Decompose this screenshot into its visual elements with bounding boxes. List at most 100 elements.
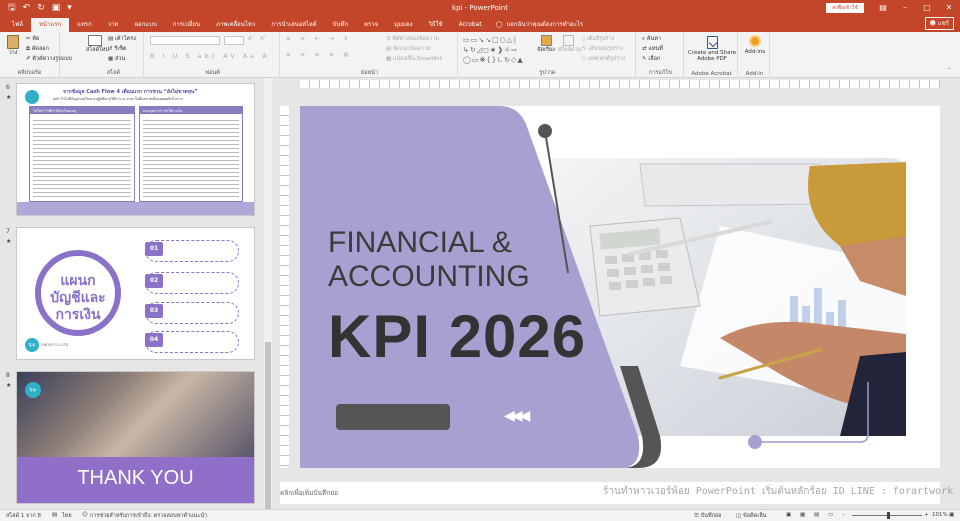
effects-icon: ◇ xyxy=(582,56,587,62)
font-format-icons[interactable]: B I U S abc AV Aa A xyxy=(150,52,270,60)
layout-icon: ▤ xyxy=(108,36,114,42)
minimize-icon[interactable]: – xyxy=(894,0,916,16)
tab-draw[interactable]: วาด xyxy=(100,18,127,32)
tab-transitions[interactable]: การเปลี่ยน xyxy=(165,18,208,32)
watermark-text: ร้านทำพาวเวอร์พ้อย PowerPoint เริ่มต้นหล… xyxy=(603,486,954,497)
tab-help[interactable]: วิธีใช้ xyxy=(421,18,451,32)
drawing-group-label: รูปวาด xyxy=(539,70,556,76)
accessibility-status[interactable]: การช่วยสำหรับการเข้าถึง: ตรวจสอบหาคำแนะน… xyxy=(90,512,207,520)
sign-in-button[interactable]: ลงชื่อเข้าใช้ xyxy=(826,3,864,13)
maximize-icon[interactable]: □ xyxy=(916,0,938,16)
normal-view-icon[interactable]: ▣ xyxy=(786,512,791,518)
create-share-pdf-button[interactable]: Create and Share Adobe PDF xyxy=(686,34,738,62)
pdf-icon xyxy=(706,36,718,49)
close-icon[interactable]: ✕ xyxy=(938,0,960,16)
shapes-gallery[interactable]: ▭▭↘↘□○△∣ ↳↻◿◻★❱☼⇨ ◯▭❋{}∟↻◇▲ xyxy=(463,35,535,65)
slide-thumbnail-pane[interactable]: 6 ★ จากข้อมูล Cash Flow 4 เดือนแรก การชว… xyxy=(0,78,262,509)
tab-record[interactable]: บันทึก xyxy=(325,18,357,32)
text-direction-icon: ⇅ xyxy=(386,36,391,42)
replace-button[interactable]: ⇄ แทนที่ xyxy=(642,45,663,53)
ribbon-display-icon[interactable]: ▤ xyxy=(872,0,894,16)
text-direction-button[interactable]: ⇅ ทิศทางของข้อความ xyxy=(386,35,439,43)
new-slide-icon xyxy=(88,35,102,46)
accessibility-icon[interactable]: ☺ xyxy=(82,512,88,518)
tab-design[interactable]: ออกแบบ xyxy=(126,18,164,32)
transition-star-icon: ★ xyxy=(6,382,12,389)
customize-icon[interactable]: ▾ xyxy=(67,0,72,16)
zoom-in-icon[interactable]: + xyxy=(924,512,929,518)
smartart-button[interactable]: ▩ แปลงเป็น SmartArt xyxy=(386,55,442,63)
thumbnail-scrollbar-thumb[interactable] xyxy=(265,342,271,512)
shape-effects-button[interactable]: ◇ เอฟเฟกต์รูปร่าง xyxy=(582,55,625,63)
tab-insert[interactable]: แทรก xyxy=(69,18,100,32)
shape-outline-button[interactable]: ✎ เส้นขอบรูปร่าง xyxy=(582,45,623,53)
fit-slide-icon[interactable]: ▣ xyxy=(949,512,954,518)
new-slide-button[interactable]: สไลด์ใหม่ xyxy=(86,35,109,54)
thumb8-banner-text: THANK YOU xyxy=(77,467,194,489)
language-indicator[interactable]: ไทย xyxy=(62,512,72,520)
redo-icon[interactable]: ↻ xyxy=(37,0,45,16)
reset-button[interactable]: ↺ รีเซ็ต xyxy=(108,45,127,53)
font-shrink-icon[interactable]: A˅ xyxy=(260,36,267,42)
tab-view[interactable]: มุมมอง xyxy=(386,18,420,32)
addins-group-label: Add-in xyxy=(745,71,764,77)
tab-animations[interactable]: ภาพเคลื่อนไหว xyxy=(208,18,263,32)
comments-button[interactable]: ◫ ข้อคิดเห็น xyxy=(736,512,767,520)
slideshow-view-icon[interactable]: ▭ xyxy=(828,512,833,518)
add-ins-button[interactable]: Add-ins xyxy=(740,34,770,55)
add-ins-label: Add-ins xyxy=(744,49,766,55)
tab-home[interactable]: หน้าแรก xyxy=(30,18,70,32)
slide-title-line2[interactable]: ACCOUNTING xyxy=(328,260,530,294)
font-grow-icon[interactable]: A˄ xyxy=(248,36,255,42)
format-painter-button[interactable]: ✐ ตัวคัดวางรูปแบบ xyxy=(26,55,72,63)
notes-button[interactable]: ☰ บันทึกย่อ xyxy=(694,512,721,520)
reset-label: รีเซ็ต xyxy=(114,46,127,52)
layout-button[interactable]: ▤ เค้าโครง xyxy=(108,35,136,43)
save-icon[interactable]: 🖫 xyxy=(8,0,16,16)
present-icon[interactable]: ▣ xyxy=(52,0,61,16)
slide-title-line3[interactable]: KPI 2026 xyxy=(328,302,586,371)
zoom-slider-handle[interactable] xyxy=(887,512,890,519)
current-slide[interactable]: FINANCIAL & ACCOUNTING KPI 2026 ◀◀◀ xyxy=(300,106,940,468)
thumbnail-slide-7[interactable]: แผนก บัญชีและ การเงิน tpp GROUP CO.,LTD … xyxy=(17,228,254,359)
share-button[interactable]: ☻ แชร์ xyxy=(924,17,954,30)
group-slides: สไลด์ใหม่ ▤ เค้าโครง ↺ รีเซ็ต ▦ ส่วน สไล… xyxy=(84,32,144,78)
arrange-button[interactable]: จัดเรียง xyxy=(536,35,556,54)
find-button[interactable]: ⌕ ค้นหา xyxy=(642,35,661,43)
thumbnail-slide-8[interactable]: tpp THANK YOU xyxy=(17,372,254,503)
collapse-ribbon-icon[interactable]: ˄ xyxy=(948,68,951,74)
tab-slideshow[interactable]: การนำเสนอสไลด์ xyxy=(263,18,324,32)
tab-review[interactable]: ตรวจ xyxy=(356,18,386,32)
slide-sorter-icon[interactable]: ▦ xyxy=(800,512,805,518)
align-icons[interactable]: ≡ ≡ ≡ ≡ ▤ xyxy=(286,52,353,58)
font-name-box[interactable] xyxy=(150,36,220,45)
copy-button[interactable]: ⧉ คัดลอก xyxy=(26,45,49,53)
slide-title-line1[interactable]: FINANCIAL & xyxy=(328,226,512,260)
align-text-button[interactable]: ▤ จัดแนวข้อความ xyxy=(386,45,431,53)
comment-icon: ◫ xyxy=(736,513,742,519)
shape-fill-button[interactable]: ▯ เติมสีรูปร่าง xyxy=(582,35,614,43)
section-label: ส่วน xyxy=(114,56,126,62)
font-size-box[interactable] xyxy=(224,36,244,45)
section-button[interactable]: ▦ ส่วน xyxy=(108,55,125,63)
tell-me-box[interactable]: ◯ บอกฉันว่าคุณต้องการทำอะไร xyxy=(490,18,583,32)
zoom-level[interactable]: 101% xyxy=(932,512,948,518)
cut-button[interactable]: ✂ ตัด xyxy=(26,35,40,43)
list-icons[interactable]: ≡ ≡ ⇤ ⇥ ⇕ xyxy=(286,36,352,42)
group-clipboard: วาง ✂ ตัด ⧉ คัดลอก ✐ ตัวคัดวางรูปแบบ คลิ… xyxy=(0,32,72,78)
select-button[interactable]: ↖ เลือก xyxy=(642,55,660,63)
tab-file[interactable]: ไฟล์ xyxy=(4,18,31,32)
zoom-out-icon[interactable]: – xyxy=(842,512,845,518)
notes-placeholder[interactable]: คลิกเพื่อเพิ่มบันทึกย่อ xyxy=(280,488,338,498)
thumbnail-scrollbar[interactable] xyxy=(264,78,272,512)
reading-view-icon[interactable]: ▤ xyxy=(814,512,819,518)
status-bar: สไลด์ 1 จาก 8 ▤ ไทย ☺ การช่วยสำหรับการเข… xyxy=(0,509,960,521)
search-icon: ⌕ xyxy=(642,36,646,42)
thumbnail-slide-6[interactable]: จากข้อมูล Cash Flow 4 เดือนแรก การชวน “ย… xyxy=(17,84,254,215)
spelling-icon[interactable]: ▤ xyxy=(52,512,57,518)
paste-button[interactable]: วาง xyxy=(4,35,22,57)
select-label: เลือก xyxy=(648,56,661,62)
tab-acrobat[interactable]: Acrobat xyxy=(451,18,490,32)
quick-styles-button[interactable]: สไตล์ด่วน xyxy=(558,35,582,54)
undo-icon[interactable]: ↶ xyxy=(23,0,31,16)
